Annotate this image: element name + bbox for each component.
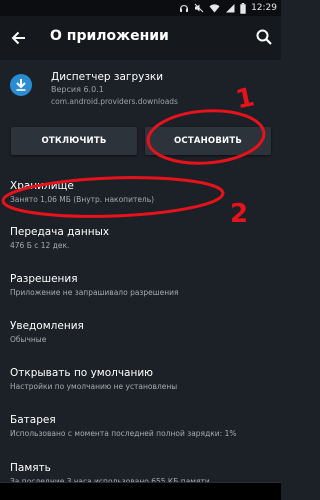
settings-item-title: Батарея [10,414,56,426]
wifi-icon [209,4,220,13]
app-bar: О приложении [0,16,281,60]
settings-item-storage[interactable]: Хранилище Занято 1,06 МБ (Внутр. накопит… [0,180,281,214]
page-title: О приложении [50,28,169,44]
settings-item-notifications[interactable]: Уведомления Обычные [0,320,281,354]
settings-item-data-usage[interactable]: Передача данных 476 Б с 12 дек. [0,226,281,260]
settings-item-title: Хранилище [10,180,74,192]
headset-icon [180,4,189,12]
settings-item-subtitle: Использовано с момента последней полной … [10,429,237,438]
navigation-bar [0,482,281,500]
navigation-bar-divider [0,482,281,483]
download-icon [10,74,32,96]
settings-item-subtitle: Настройки по умолчанию не установлены [10,382,178,391]
settings-item-subtitle: 476 Б с 12 дек. [10,241,70,250]
settings-item-subtitle: Приложение не запрашивало разрешения [10,288,179,297]
settings-item-title: Память [10,462,51,474]
status-time: 12:29 [251,3,277,13]
mute-icon [194,3,204,13]
app-header: Диспетчер загрузки Версия 6.0.1 com.andr… [0,60,281,118]
app-version: Версия 6.0.1 [51,85,104,94]
settings-item-title: Уведомления [10,320,84,332]
settings-item-open-by-default[interactable]: Открывать по умолчанию Настройки по умол… [0,367,281,401]
app-package: com.android.providers.downloads [51,97,178,106]
cellular-signal-icon [226,4,235,13]
settings-item-subtitle: Занято 1,06 МБ (Внутр. накопитель) [10,195,155,204]
search-icon[interactable] [255,28,273,46]
settings-item-title: Передача данных [10,226,110,238]
arrow-back-icon[interactable] [10,29,28,47]
stop-button[interactable]: ОСТАНОВИТЬ [145,127,271,155]
status-bar: 12:29 [0,0,281,16]
settings-item-subtitle: Обычные [10,335,47,344]
settings-item-title: Открывать по умолчанию [10,367,154,379]
settings-item-permissions[interactable]: Разрешения Приложение не запрашивало раз… [0,273,281,307]
status-icons: 12:29 [179,1,277,15]
settings-item-title: Разрешения [10,273,78,285]
disable-button[interactable]: ОТКЛЮЧИТЬ [11,127,137,155]
battery-icon [240,2,246,14]
app-name: Диспетчер загрузки [51,71,164,83]
settings-item-battery[interactable]: Батарея Использовано с момента последней… [0,414,281,448]
